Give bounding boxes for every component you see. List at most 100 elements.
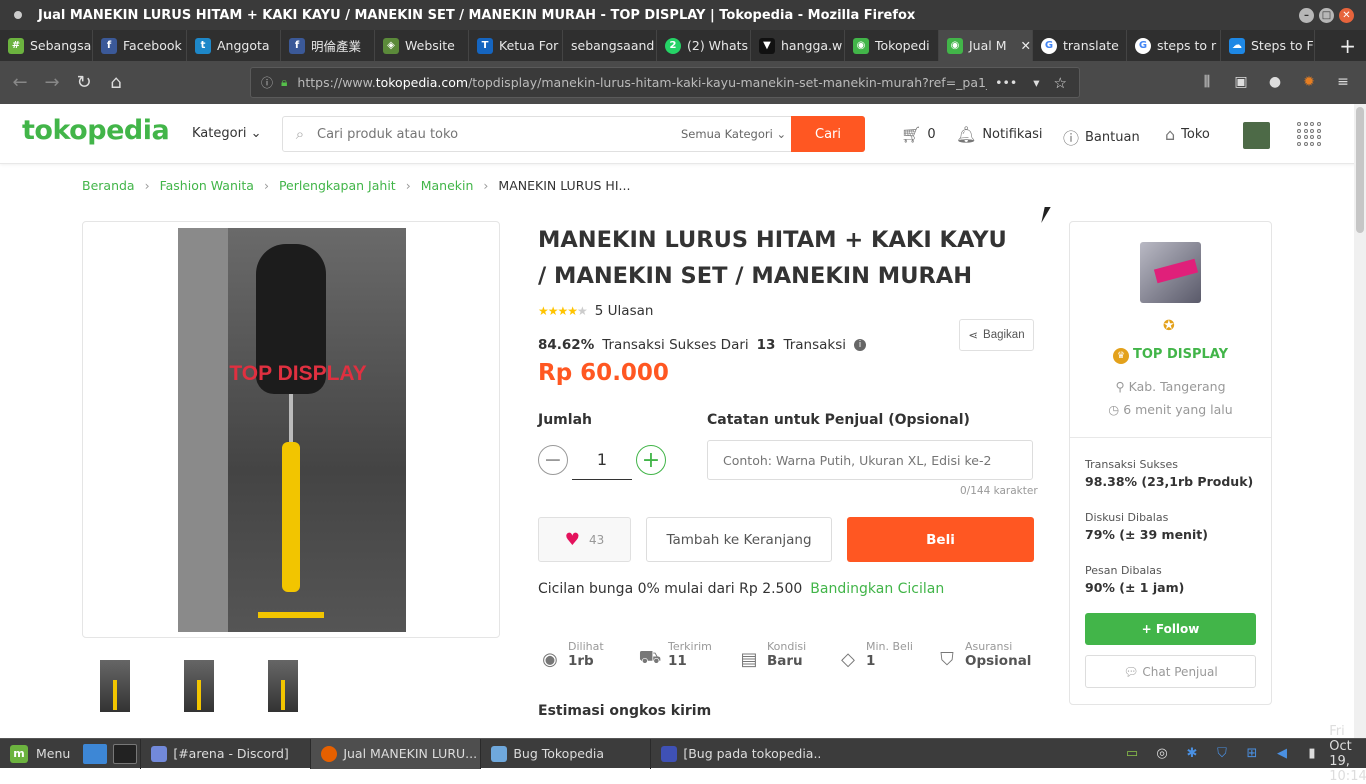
minus-icon[interactable]: − — [538, 445, 568, 475]
url-bar[interactable]: ⓘ 🔒︎ https://www.tokopedia.com/topdispla… — [250, 67, 1080, 98]
tab-sebangsa[interactable]: # Sebangsa — [0, 30, 93, 61]
jumlah-label: Jumlah — [538, 412, 592, 428]
follow-button[interactable]: + Follow — [1085, 613, 1256, 645]
search-category-select[interactable]: Semua Kategori ⌄ — [681, 127, 791, 141]
tab-mingluen[interactable]: f 明倫產業 — [281, 30, 375, 61]
share-button[interactable]: ⋖ Bagikan — [959, 319, 1034, 351]
stat-min-beli: ◇ Min. Beli 1 — [836, 640, 935, 671]
search-button[interactable]: Cari — [791, 116, 865, 152]
mint-logo-icon: m — [10, 744, 28, 763]
volume-icon[interactable]: ◀ — [1272, 744, 1292, 764]
rating-stars: ★★★★★ — [538, 304, 588, 318]
tab-website[interactable]: ◈ Website — [375, 30, 469, 61]
cart-link[interactable]: 🛒︎ 0 — [901, 125, 936, 144]
taskbar-discord[interactable]: [#arena - Discord] — [140, 738, 310, 769]
hamburger-menu-icon[interactable]: ≡ — [1330, 67, 1356, 97]
toko-link[interactable]: ⌂ Toko — [1165, 125, 1210, 144]
product-thumbnail[interactable] — [268, 660, 298, 712]
chat-seller-button[interactable]: 💬︎ Chat Penjual — [1085, 655, 1256, 688]
forward-icon[interactable]: → — [36, 67, 68, 99]
product-thumbnail[interactable] — [184, 660, 214, 712]
network-icon[interactable]: ⊞ — [1242, 744, 1262, 764]
store-icon: ⌂ — [1165, 125, 1176, 144]
extension-icon[interactable]: ● — [1262, 67, 1288, 97]
tab-hangga[interactable]: ▼ hangga.w — [751, 30, 845, 61]
battery-icon[interactable]: ▮ — [1302, 744, 1322, 764]
breadcrumb-beranda[interactable]: Beranda — [82, 178, 135, 193]
window-menu-icon[interactable] — [14, 11, 22, 19]
product-main-image[interactable]: TOP DISPLAY — [178, 228, 406, 632]
breadcrumb-perlengkapan-jahit[interactable]: Perlengkapan Jahit — [279, 178, 396, 193]
tokopedia-logo[interactable]: tokopedia — [22, 115, 170, 146]
breadcrumb-manekin[interactable]: Manekin — [421, 178, 474, 193]
extension-gear-icon[interactable]: ✹ — [1296, 67, 1322, 97]
terminal-icon[interactable] — [113, 743, 138, 764]
url-text[interactable]: https://www.tokopedia.com/topdisplay/man… — [297, 75, 987, 90]
search-input[interactable] — [317, 119, 681, 149]
tab-steps-to-r[interactable]: Gsteps to r — [1127, 30, 1221, 61]
quantity-input[interactable] — [572, 440, 632, 480]
taskbar-document[interactable]: [Bug pada tokopedia... — [650, 738, 820, 769]
kategori-dropdown[interactable]: Kategori ⌄ — [192, 126, 262, 141]
shop-stat-value: 79% (± 39 menit) — [1085, 527, 1208, 542]
library-icon[interactable]: ⫼ — [1194, 67, 1220, 97]
tab-steps-to-f[interactable]: ☁ Steps to F — [1221, 30, 1315, 61]
add-to-cart-button[interactable]: Tambah ke Keranjang — [646, 517, 832, 562]
tab-facebook[interactable]: f Facebook — [93, 30, 187, 61]
update-shield-icon[interactable]: ⛉ — [1212, 744, 1232, 764]
plus-icon[interactable]: + — [636, 445, 666, 475]
tab-whatsapp[interactable]: 2 (2) Whats — [657, 30, 751, 61]
pocket-icon[interactable]: ▾ — [1033, 75, 1039, 90]
tab-ketua[interactable]: T Ketua For — [469, 30, 563, 61]
info-icon[interactable]: ⓘ — [261, 74, 273, 91]
notifikasi-link[interactable]: 🔔︎ Notifikasi — [956, 125, 1043, 144]
bandingkan-cicilan-link[interactable]: Bandingkan Cicilan — [810, 581, 944, 597]
bell-icon: 🔔︎ — [956, 125, 977, 144]
discord-tray-icon[interactable]: ◎ — [1152, 744, 1172, 764]
stat-kondisi: ▤ Kondisi Baru — [737, 640, 836, 671]
wishlist-button[interactable]: ♥ 43 — [538, 517, 631, 562]
buy-button[interactable]: Beli — [847, 517, 1034, 562]
shop-stat-label: Transaksi Sukses — [1085, 458, 1179, 471]
home-icon[interactable]: ⌂ — [100, 67, 132, 99]
maximize-icon[interactable]: □ — [1319, 7, 1334, 23]
product-thumbnail[interactable] — [100, 660, 130, 712]
back-icon[interactable]: ← — [4, 67, 36, 99]
desktop-icon[interactable]: ▭ — [1122, 744, 1142, 764]
tab-anggota[interactable]: t Anggota — [187, 30, 281, 61]
new-tab-icon[interactable]: + — [1339, 34, 1356, 58]
close-tab-icon[interactable]: ✕ — [1021, 38, 1031, 53]
show-desktop-icon[interactable] — [83, 743, 108, 764]
shop-avatar[interactable] — [1140, 242, 1201, 303]
taskbar-folder[interactable]: Bug Tokopedia — [480, 738, 650, 769]
tab-sebangsaand[interactable]: sebangsaand — [563, 30, 657, 61]
bluetooth-icon[interactable]: ✱ — [1182, 744, 1202, 764]
clock[interactable]: Fri Oct 19, 10:14 — [1329, 724, 1366, 784]
breadcrumb-fashion-wanita[interactable]: Fashion Wanita — [160, 178, 254, 193]
page-scrollbar[interactable] — [1354, 104, 1366, 738]
reload-icon[interactable]: ↻ — [68, 67, 100, 99]
minimize-icon[interactable]: – — [1299, 7, 1314, 23]
bantuan-link[interactable]: ⓘ Bantuan — [1063, 125, 1140, 149]
tab-translate[interactable]: Gtranslate — [1033, 30, 1127, 61]
tab-tokopedia[interactable]: ◉ Tokopedi — [845, 30, 939, 61]
folder-icon — [491, 745, 508, 762]
user-avatar[interactable] — [1243, 122, 1270, 149]
close-window-icon[interactable]: ✕ — [1339, 7, 1354, 23]
info-icon[interactable]: i — [854, 339, 867, 351]
chat-icon: 💬︎ — [1123, 664, 1139, 679]
sidebar-icon[interactable]: ▣ — [1228, 67, 1254, 97]
shield-icon: ⛉ — [940, 648, 954, 670]
bookmark-star-icon[interactable]: ☆ — [1054, 74, 1067, 92]
start-menu-button[interactable]: m Menu — [0, 739, 80, 769]
help-icon: ⓘ — [1063, 129, 1080, 148]
taskbar-firefox[interactable]: Jual MANEKIN LURU... — [310, 738, 481, 769]
cicilan-info: Cicilan bunga 0% mulai dari Rp 2.500 Ban… — [538, 581, 945, 597]
page-actions-icon[interactable]: ••• — [995, 75, 1017, 90]
apps-grid-icon[interactable] — [1297, 122, 1321, 146]
scrollbar-thumb[interactable] — [1356, 107, 1364, 233]
tab-jual-manekin[interactable]: ◉ Jual M ✕ — [939, 30, 1033, 61]
reviews-link[interactable]: 5 Ulasan — [595, 303, 654, 319]
shop-name[interactable]: ♛ TOP DISPLAY — [1070, 347, 1271, 364]
note-input[interactable] — [707, 440, 1033, 480]
